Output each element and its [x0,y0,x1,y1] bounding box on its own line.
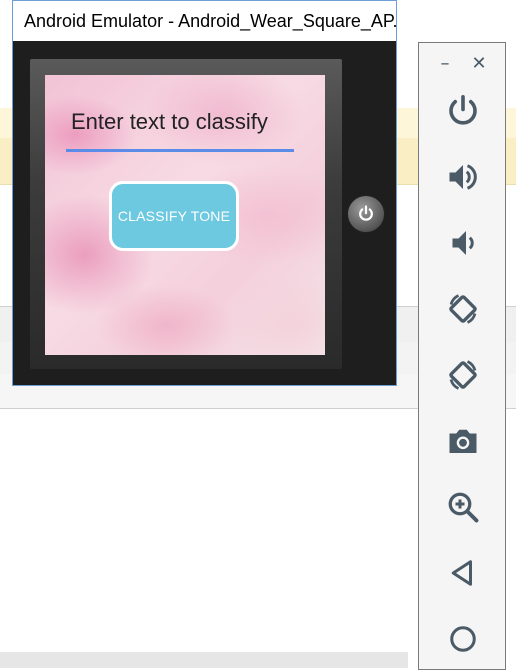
window-title: Android Emulator - Android_Wear_Square_A… [24,11,396,31]
horizontal-scrollbar[interactable] [0,652,408,668]
power-button[interactable] [441,89,485,133]
back-icon [451,560,472,586]
zoom-in-icon [448,492,479,523]
classify-tone-button[interactable]: CLASSIFY TONE [109,181,239,251]
power-icon [449,94,477,125]
home-button[interactable] [441,617,485,661]
close-button[interactable]: ✕ [467,51,491,75]
emulator-window: Android Emulator - Android_Wear_Square_A… [12,0,397,386]
rotate-left-button[interactable] [441,287,485,331]
emulator-titlebar[interactable]: Android Emulator - Android_Wear_Square_A… [13,1,396,41]
zoom-button[interactable] [441,485,485,529]
power-icon [359,205,373,221]
volume-down-icon [452,231,474,255]
back-button[interactable] [441,551,485,595]
device-power-button[interactable] [347,195,385,233]
emulator-side-panel: – ✕ [418,42,506,670]
rotate-right-icon [449,360,477,390]
rotate-right-button[interactable] [441,353,485,397]
text-input-underline [66,149,294,152]
panel-window-controls: – ✕ [419,43,505,83]
camera-icon [449,429,477,453]
volume-down-button[interactable] [441,221,485,265]
text-input[interactable]: Enter text to classify [71,109,268,135]
minimize-button[interactable]: – [433,51,457,75]
screenshot-button[interactable] [441,419,485,463]
volume-up-button[interactable] [441,155,485,199]
watch-screen: Enter text to classify CLASSIFY TONE [45,75,325,355]
rotate-left-icon [449,294,477,324]
volume-up-icon [449,164,477,190]
home-icon [450,626,476,652]
